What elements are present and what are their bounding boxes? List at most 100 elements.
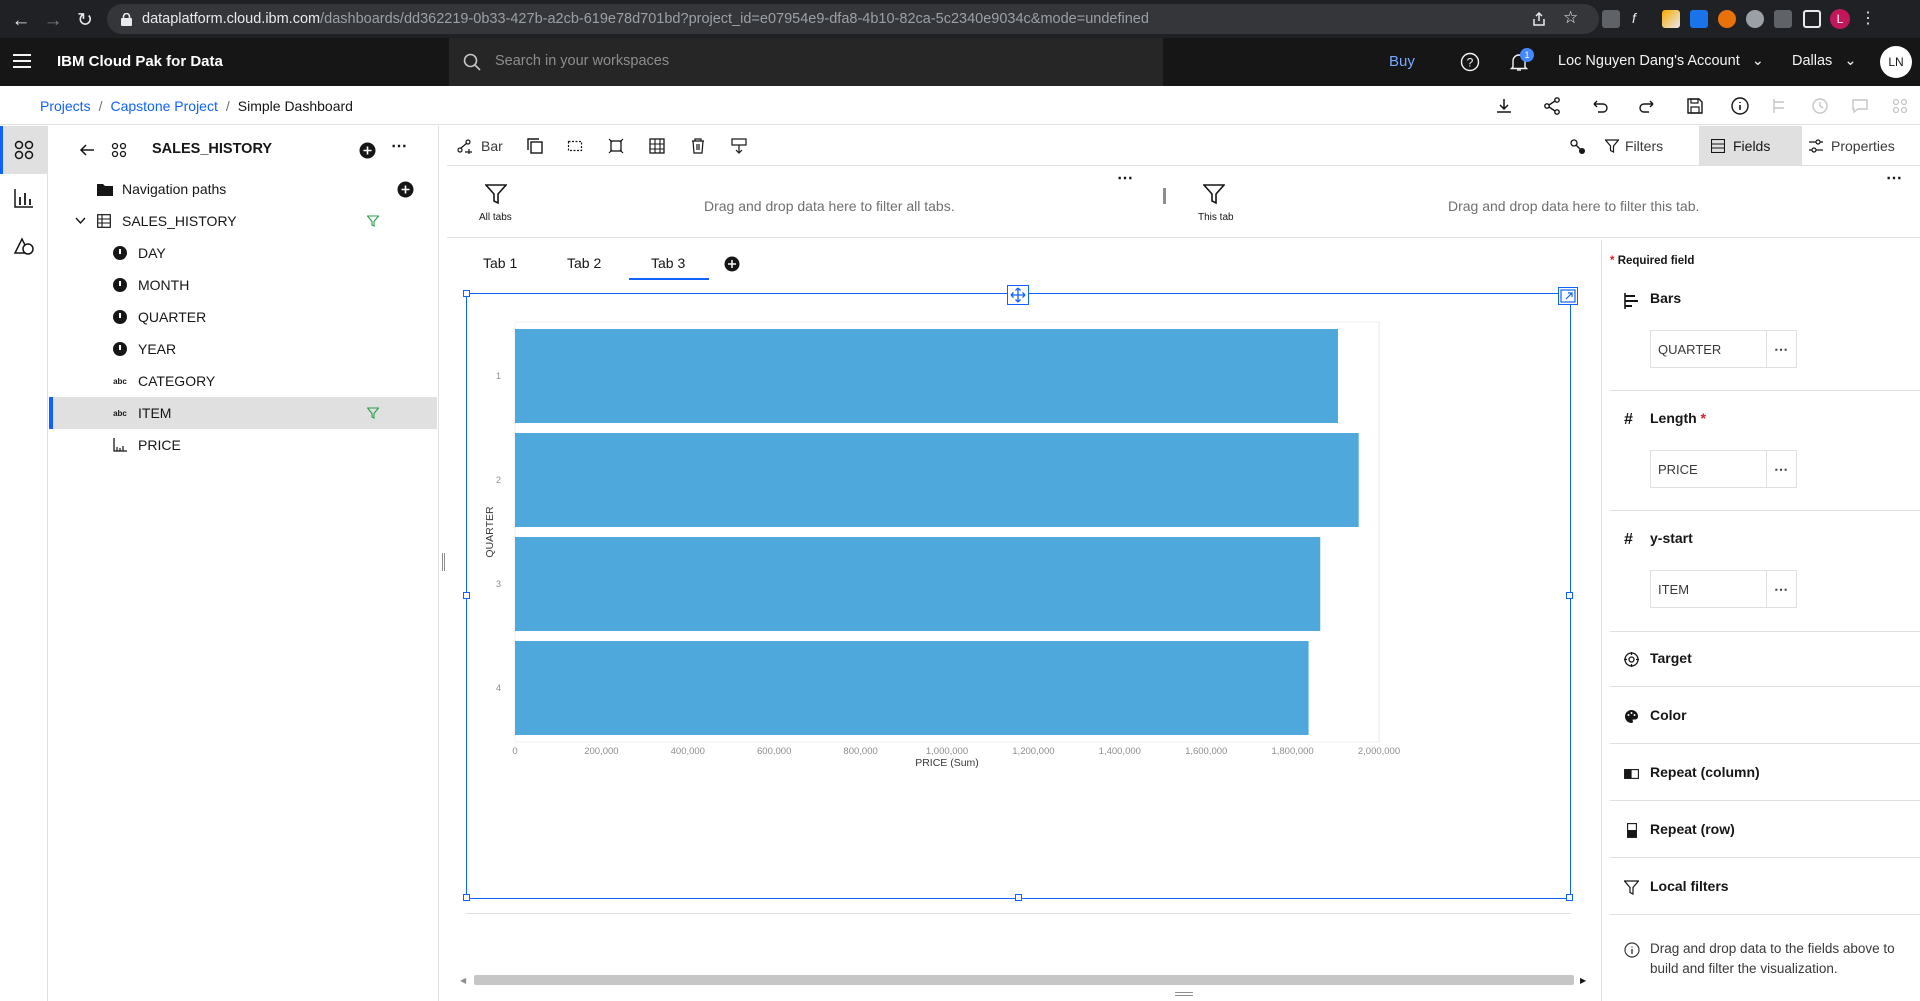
bar-1[interactable] xyxy=(515,329,1338,423)
formula-extension-icon[interactable]: f xyxy=(1632,10,1650,28)
tab-2[interactable]: Tab 2 xyxy=(551,248,621,280)
search-input[interactable]: Search in your workspaces xyxy=(495,53,669,69)
overflow-menu-icon[interactable]: ⋯ xyxy=(391,136,407,156)
back-icon[interactable]: ← xyxy=(10,9,32,31)
length-slot[interactable]: PRICE ⋯ xyxy=(1650,450,1797,488)
forward-icon[interactable]: → xyxy=(42,9,64,31)
overflow-menu-icon[interactable]: ⋯ xyxy=(1117,168,1133,188)
bar-chart-widget[interactable]: 1 2 3 4 0 200,000 400,000 600,000 800,000 1,000,0… xyxy=(463,285,1578,901)
camera-extension-icon[interactable] xyxy=(1602,10,1620,28)
glasses-extension-icon[interactable] xyxy=(1746,10,1764,28)
select-icon[interactable] xyxy=(567,138,583,154)
overflow-menu-icon[interactable]: ⋯ xyxy=(1886,168,1902,188)
tree-item-field-quarter[interactable]: QUARTER xyxy=(49,301,437,333)
tree-item-table[interactable]: SALES_HISTORY xyxy=(49,205,437,237)
horizontal-scrollbar[interactable]: ◀ ▶ xyxy=(460,974,1590,986)
breadcrumb-project[interactable]: Capstone Project xyxy=(110,98,217,114)
widgets-icon[interactable] xyxy=(13,235,35,257)
breadcrumb-projects[interactable]: Projects xyxy=(40,98,91,114)
tab-1[interactable]: Tab 1 xyxy=(467,248,537,280)
drop-zone-splitter[interactable] xyxy=(1163,188,1166,204)
help-icon[interactable]: ? xyxy=(1460,52,1480,72)
tree-item-field-day[interactable]: DAY xyxy=(49,237,437,269)
product-name[interactable]: IBM Cloud Pak for Data xyxy=(57,53,223,70)
rail-data-sources[interactable] xyxy=(0,126,48,174)
scrollbar-thumb[interactable] xyxy=(474,975,1574,985)
sidepanel-icon[interactable] xyxy=(1803,10,1821,28)
share-icon[interactable] xyxy=(1542,96,1562,116)
add-source-icon[interactable] xyxy=(359,142,376,159)
viz-type-icon[interactable] xyxy=(457,139,473,154)
redo-icon[interactable] xyxy=(1637,96,1657,116)
add-tab-icon[interactable] xyxy=(724,256,740,272)
resize-handle-bottom-right[interactable] xyxy=(1566,894,1573,901)
pin-icon[interactable] xyxy=(1569,138,1587,156)
region-switcher[interactable]: Dallas ⌄ xyxy=(1792,53,1856,69)
save-icon[interactable] xyxy=(1685,96,1705,116)
user-avatar[interactable]: LN xyxy=(1880,46,1912,78)
panel-resize-handle[interactable] xyxy=(442,553,445,571)
table-view-icon[interactable] xyxy=(649,138,665,154)
tree-item-field-price[interactable]: PRICE xyxy=(49,429,437,461)
resize-handle-bottom-left[interactable] xyxy=(463,894,470,901)
repeat-row-slot[interactable]: Repeat (row) xyxy=(1650,821,1735,837)
back-arrow-icon[interactable] xyxy=(79,143,95,157)
ystart-slot[interactable]: ITEM ⋯ xyxy=(1650,570,1797,608)
bar-3[interactable] xyxy=(515,537,1321,631)
scroll-right-icon[interactable]: ▶ xyxy=(1580,976,1586,985)
tree-item-field-category[interactable]: abc CATEGORY xyxy=(49,365,437,397)
info-icon[interactable] xyxy=(1730,96,1750,116)
viz-type-label[interactable]: Bar xyxy=(481,138,503,154)
move-handle[interactable] xyxy=(1007,285,1029,305)
hamburger-menu-icon[interactable] xyxy=(13,54,31,68)
filter-indicator-icon[interactable] xyxy=(367,407,379,419)
expand-widget-button[interactable] xyxy=(1558,287,1578,305)
fit-icon[interactable] xyxy=(608,138,624,154)
fields-button[interactable]: Fields xyxy=(1699,126,1802,166)
puzzle-extension-icon[interactable] xyxy=(1774,10,1792,28)
properties-button[interactable]: Properties xyxy=(1809,126,1917,166)
tree-item-field-item[interactable]: abc ITEM xyxy=(49,397,437,429)
j-extension-icon[interactable] xyxy=(1690,10,1708,28)
all-tabs-filter-area[interactable]: All tabs Drag and drop data here to filt… xyxy=(447,166,1167,238)
bar-2[interactable] xyxy=(515,433,1359,527)
chevron-down-icon[interactable] xyxy=(75,217,86,225)
add-navigation-path-icon[interactable] xyxy=(397,181,414,198)
bookmark-star-icon[interactable]: ☆ xyxy=(1563,8,1578,28)
color-slot[interactable]: Color xyxy=(1650,707,1687,723)
bar-4[interactable] xyxy=(515,641,1309,735)
filters-button[interactable]: Filters xyxy=(1605,126,1685,166)
c-extension-icon[interactable] xyxy=(1718,10,1736,28)
local-filters-slot[interactable]: Local filters xyxy=(1650,878,1729,894)
overflow-menu-icon[interactable]: ⋯ xyxy=(1766,451,1796,487)
resize-handle-right[interactable] xyxy=(1566,592,1573,599)
undo-icon[interactable] xyxy=(1590,96,1610,116)
reload-icon[interactable]: ↻ xyxy=(74,9,96,31)
bars-slot[interactable]: QUARTER ⋯ xyxy=(1650,330,1797,368)
tab-3[interactable]: Tab 3 xyxy=(629,248,709,280)
tree-item-field-month[interactable]: MONTH xyxy=(49,269,437,301)
target-slot[interactable]: Target xyxy=(1650,650,1692,666)
share-page-icon[interactable] xyxy=(1531,11,1547,27)
visualizations-icon[interactable] xyxy=(13,187,35,209)
scroll-left-icon[interactable]: ◀ xyxy=(460,976,466,985)
download-icon[interactable] xyxy=(1494,96,1514,116)
account-switcher[interactable]: Loc Nguyen Dang's Account ⌄ xyxy=(1558,53,1764,69)
resize-handle-left[interactable] xyxy=(463,592,470,599)
profile-avatar[interactable]: L xyxy=(1830,9,1850,29)
overflow-menu-icon[interactable]: ⋯ xyxy=(1766,331,1796,367)
drill-icon[interactable] xyxy=(731,138,747,154)
pen-extension-icon[interactable] xyxy=(1662,10,1680,28)
bottom-resize-handle[interactable] xyxy=(1175,992,1193,996)
tree-item-navigation-paths[interactable]: Navigation paths xyxy=(49,173,437,205)
workspace-search[interactable]: Search in your workspaces xyxy=(449,38,1163,86)
overflow-menu-icon[interactable]: ⋯ xyxy=(1766,571,1796,607)
address-bar[interactable]: dataplatform.cloud.ibm.com/dashboards/dd… xyxy=(107,4,1599,34)
resize-handle-top-left[interactable] xyxy=(463,290,470,297)
filter-indicator-icon[interactable] xyxy=(367,215,379,227)
buy-link[interactable]: Buy xyxy=(1389,53,1415,70)
copy-icon[interactable] xyxy=(527,138,543,154)
delete-icon[interactable] xyxy=(690,138,706,154)
repeat-column-slot[interactable]: Repeat (column) xyxy=(1650,764,1760,780)
tree-item-field-year[interactable]: YEAR xyxy=(49,333,437,365)
